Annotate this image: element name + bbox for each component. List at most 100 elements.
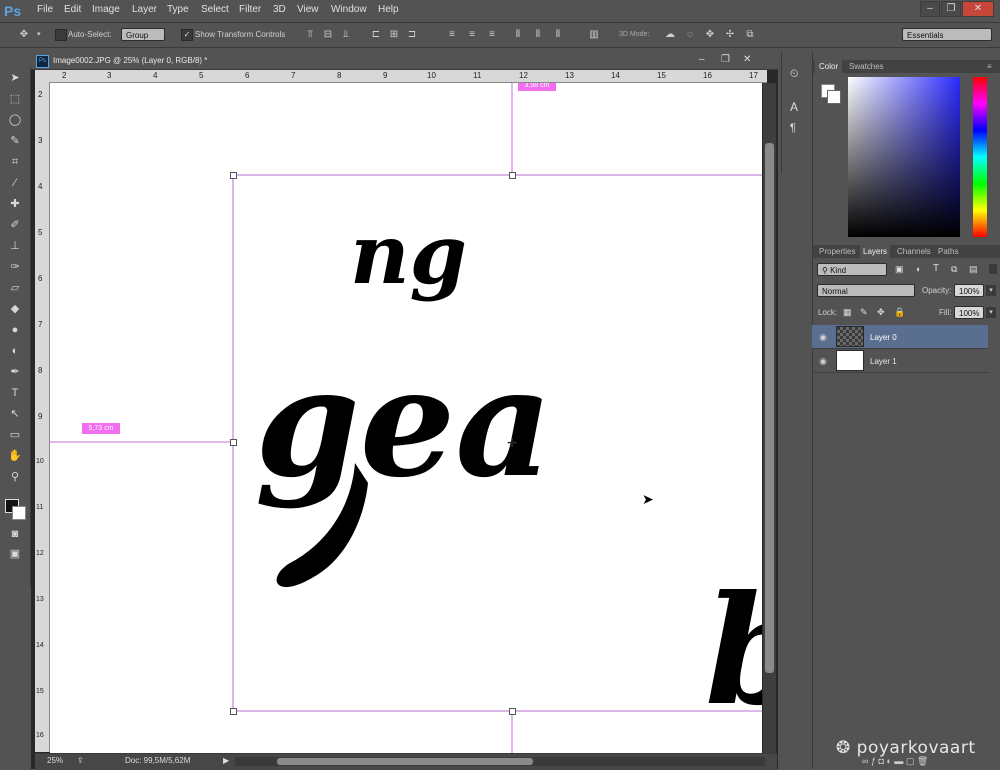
screen-mode-icon[interactable]: ▣	[5, 545, 25, 563]
move-tool-icon[interactable]: ➤	[5, 69, 25, 87]
vertical-scrollbar[interactable]	[763, 83, 776, 753]
layer-name[interactable]: Layer 0	[870, 333, 897, 342]
character-panel-icon[interactable]: A	[790, 100, 798, 114]
eyedropper-tool-icon[interactable]: ⁄	[5, 174, 25, 192]
layer-row-layer-1[interactable]: ◉ Layer 1	[812, 349, 988, 373]
document-minimize-button[interactable]: –	[699, 54, 705, 65]
eye-icon[interactable]: ◉	[816, 332, 830, 342]
distribute-top-icon[interactable]: ≡	[446, 29, 458, 41]
align-left-icon[interactable]: ⊏	[370, 29, 382, 41]
auto-select-dropdown[interactable]: Group	[121, 28, 165, 41]
quick-select-tool-icon[interactable]: ✎	[5, 132, 25, 150]
distribute-vcenter-icon[interactable]: ≡	[466, 29, 478, 41]
tab-paths[interactable]: Paths	[938, 247, 958, 256]
history-brush-tool-icon[interactable]: ✑	[5, 258, 25, 276]
eye-icon[interactable]: ◉	[816, 356, 830, 366]
align-vcenter-icon[interactable]: ⊟	[322, 29, 334, 41]
distribute-right-icon[interactable]: ⦀	[552, 29, 564, 41]
status-menu-arrow-icon[interactable]: ▶	[223, 756, 229, 765]
workspace-dropdown[interactable]: Essentials	[902, 28, 992, 41]
minimize-app-button[interactable]: –	[920, 1, 940, 17]
pan-3d-icon[interactable]: ✥	[704, 29, 716, 41]
vertical-ruler[interactable]: 2 3 4 5 6 7 8 9 10 11 12 13 14 15 16	[35, 82, 50, 752]
layer-name[interactable]: Layer 1	[870, 357, 897, 366]
transform-handle-bottom-left[interactable]	[230, 708, 237, 715]
transform-handle-top-center[interactable]	[509, 172, 516, 179]
share-icon[interactable]: ⇪	[77, 756, 84, 765]
eraser-tool-icon[interactable]: ▱	[5, 279, 25, 297]
type-tool-icon[interactable]: T	[5, 384, 25, 402]
lock-transparent-icon[interactable]: ▦	[843, 307, 852, 318]
rectangle-tool-icon[interactable]: ▭	[5, 426, 25, 444]
scale-3d-icon[interactable]: ⧉	[744, 29, 756, 41]
transform-handle-top-left[interactable]	[230, 172, 237, 179]
tab-channels[interactable]: Channels	[897, 247, 931, 256]
menu-image[interactable]: Image	[92, 4, 120, 15]
document-close-button[interactable]: ✕	[743, 54, 751, 65]
lock-image-icon[interactable]: ✎	[860, 307, 868, 318]
blur-tool-icon[interactable]: ●	[5, 321, 25, 339]
panel-menu-icon[interactable]: ≡	[987, 62, 992, 71]
menu-edit[interactable]: Edit	[64, 4, 81, 15]
lasso-tool-icon[interactable]: ◯	[5, 111, 25, 129]
tab-color[interactable]: Color	[815, 60, 843, 73]
opacity-slider-toggle[interactable]: ▾	[986, 285, 996, 296]
menu-file[interactable]: File	[37, 4, 53, 15]
align-hcenter-icon[interactable]: ⊞	[388, 29, 400, 41]
roll-3d-icon[interactable]: ◌	[684, 29, 696, 41]
restore-app-button[interactable]: ❐	[941, 1, 961, 17]
crop-tool-icon[interactable]: ⌗	[5, 153, 25, 171]
filter-adjustment-icon[interactable]: ◐	[916, 264, 921, 274]
fill-slider-toggle[interactable]: ▾	[986, 307, 996, 318]
move-tool-preset-icon[interactable]: ✥	[18, 29, 30, 41]
filter-toggle[interactable]	[989, 264, 997, 274]
align-bottom-icon[interactable]: ⫫	[340, 29, 352, 41]
tab-properties[interactable]: Properties	[819, 247, 855, 256]
slide-3d-icon[interactable]: ✢	[724, 29, 736, 41]
color-field[interactable]	[848, 77, 960, 237]
history-panel-icon[interactable]: ⏲	[790, 68, 799, 81]
layer-row-layer-0[interactable]: ◉ Layer 0	[812, 325, 988, 349]
zoom-tool-icon[interactable]: ⚲	[5, 468, 25, 486]
align-top-icon[interactable]: ⫪	[304, 29, 316, 41]
quick-mask-icon[interactable]: ◙	[5, 525, 25, 543]
close-app-button[interactable]: ✕	[962, 1, 994, 17]
menu-type[interactable]: Type	[167, 4, 189, 15]
menu-filter[interactable]: Filter	[239, 4, 261, 15]
distribute-left-icon[interactable]: ⦀	[512, 29, 524, 41]
orbit-3d-icon[interactable]: ☁	[664, 29, 676, 41]
pen-tool-icon[interactable]: ✒	[5, 363, 25, 381]
chevron-down-icon[interactable]: ▾	[37, 30, 41, 38]
auto-align-layers-icon[interactable]: ▥	[588, 29, 600, 41]
document-restore-button[interactable]: ❐	[721, 54, 730, 65]
horizontal-ruler[interactable]: 2 3 4 5 6 7 8 9 10 11 12 13 14 15 16 17	[49, 70, 767, 83]
distribute-bottom-icon[interactable]: ≡	[486, 29, 498, 41]
show-transform-checkbox[interactable]: ✓	[181, 29, 193, 41]
align-right-icon[interactable]: ⊐	[406, 29, 418, 41]
filter-pixel-icon[interactable]: ▣	[895, 264, 904, 275]
brush-tool-icon[interactable]: ✐	[5, 216, 25, 234]
lock-all-icon[interactable]: 🔒	[894, 307, 905, 318]
background-color-swatch[interactable]	[12, 506, 26, 520]
fill-input[interactable]: 100%	[954, 306, 984, 319]
menu-select[interactable]: Select	[201, 4, 229, 15]
healing-brush-tool-icon[interactable]: ✚	[5, 195, 25, 213]
hue-slider[interactable]	[973, 77, 987, 237]
clone-stamp-tool-icon[interactable]: ⊥	[5, 237, 25, 255]
blend-mode-dropdown[interactable]: Normal	[817, 284, 915, 297]
transform-handle-bottom-center[interactable]	[509, 708, 516, 715]
menu-3d[interactable]: 3D	[273, 4, 286, 15]
tab-swatches[interactable]: Swatches	[849, 62, 884, 71]
filter-smart-object-icon[interactable]: ▤	[969, 264, 978, 275]
menu-window[interactable]: Window	[331, 4, 367, 15]
menu-help[interactable]: Help	[378, 4, 399, 15]
tab-layers[interactable]: Layers	[860, 245, 891, 258]
lock-position-icon[interactable]: ✥	[877, 307, 885, 318]
color-panel-background[interactable]	[827, 90, 841, 104]
horizontal-scrollbar[interactable]	[235, 757, 765, 766]
filter-type-icon[interactable]: T	[933, 263, 939, 274]
hand-tool-icon[interactable]: ✋	[5, 447, 25, 465]
zoom-level[interactable]: 25%	[47, 756, 63, 765]
vertical-scroll-thumb[interactable]	[765, 143, 774, 673]
horizontal-scroll-thumb[interactable]	[277, 758, 533, 765]
